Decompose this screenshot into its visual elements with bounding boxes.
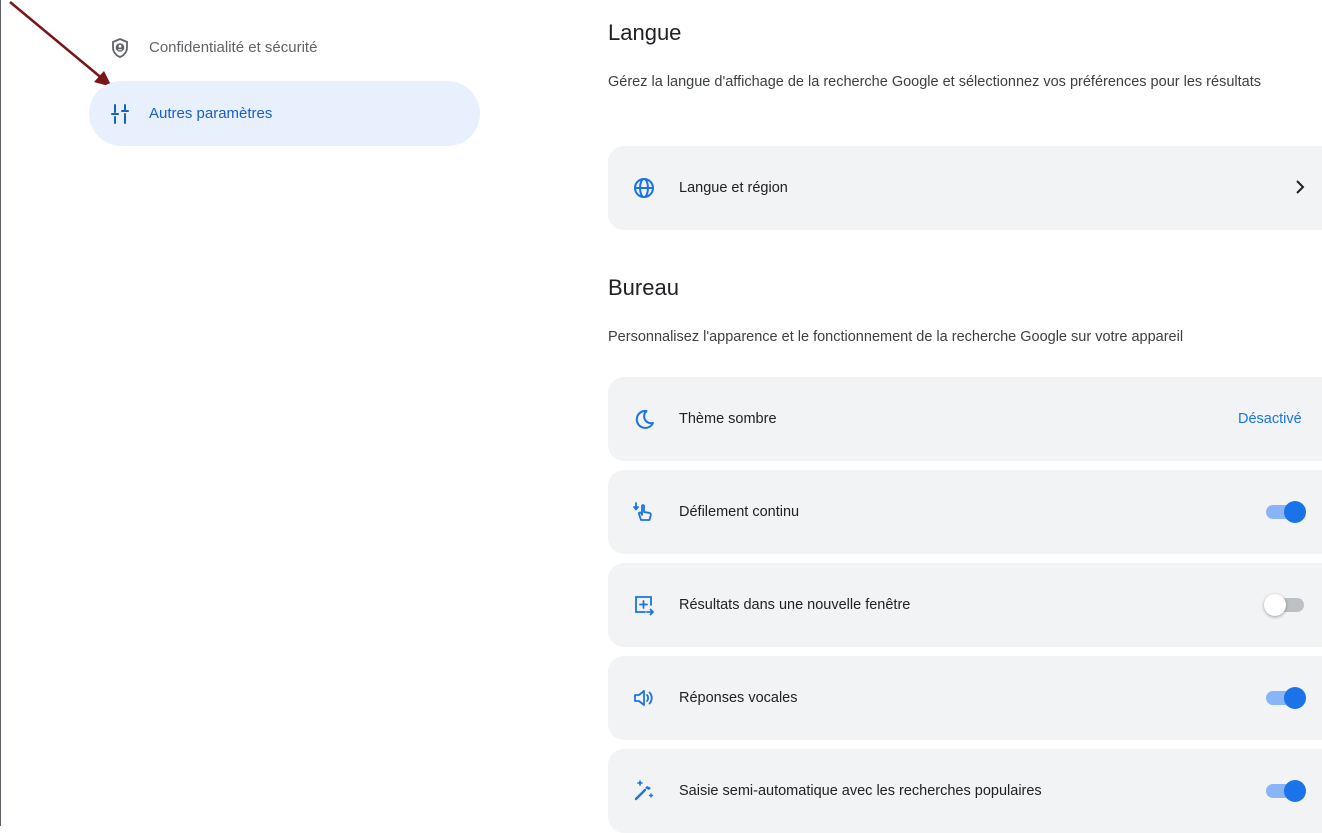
dark-theme-label: Thème sombre — [679, 411, 777, 427]
sidebar-item-privacy-security[interactable]: Confidentialité et sécurité — [89, 15, 480, 80]
toggle-knob — [1284, 687, 1306, 709]
sidebar-item-label: Confidentialité et sécurité — [149, 39, 318, 56]
new-window-icon — [632, 593, 656, 617]
globe-icon — [632, 176, 656, 200]
voice-responses-card[interactable]: Réponses vocales — [608, 656, 1322, 740]
scroll-gesture-icon — [632, 500, 656, 524]
magic-wand-icon — [632, 779, 656, 803]
continuous-scroll-toggle[interactable] — [1264, 500, 1306, 524]
sidebar-item-label: Autres paramètres — [149, 105, 273, 122]
language-section-title: Langue — [608, 20, 682, 45]
autocomplete-toggle[interactable] — [1264, 779, 1306, 803]
new-window-label: Résultats dans une nouvelle fenêtre — [679, 597, 911, 613]
speaker-icon — [632, 686, 656, 710]
moon-icon — [632, 407, 656, 431]
new-window-card[interactable]: Résultats dans une nouvelle fenêtre — [608, 563, 1322, 647]
language-region-label: Langue et région — [679, 180, 788, 196]
autocomplete-card[interactable]: Saisie semi-automatique avec les recherc… — [608, 749, 1322, 833]
dark-theme-status[interactable]: Désactivé — [1238, 411, 1302, 427]
desktop-section-description: Personnalisez l'apparence et le fonction… — [608, 329, 1184, 345]
toggle-knob — [1284, 501, 1306, 523]
autocomplete-label: Saisie semi-automatique avec les recherc… — [679, 783, 1042, 799]
shield-icon — [109, 37, 131, 59]
chevron-right-icon[interactable] — [1293, 178, 1307, 196]
language-region-card[interactable]: Langue et région — [608, 146, 1322, 230]
sidebar-item-other-settings[interactable]: Autres paramètres — [89, 81, 480, 146]
toggle-knob — [1264, 594, 1286, 616]
new-window-toggle[interactable] — [1264, 593, 1306, 617]
toggle-knob — [1284, 780, 1306, 802]
voice-responses-label: Réponses vocales — [679, 690, 798, 706]
tune-icon — [109, 103, 131, 125]
continuous-scroll-card[interactable]: Défilement continu — [608, 470, 1322, 554]
desktop-section-title: Bureau — [608, 275, 679, 300]
continuous-scroll-label: Défilement continu — [679, 504, 800, 520]
window-left-border — [0, 0, 1, 826]
language-section-description: Gérez la langue d'affichage de la recher… — [608, 74, 1261, 90]
voice-responses-toggle[interactable] — [1264, 686, 1306, 710]
dark-theme-card[interactable]: Thème sombre — [608, 377, 1322, 461]
